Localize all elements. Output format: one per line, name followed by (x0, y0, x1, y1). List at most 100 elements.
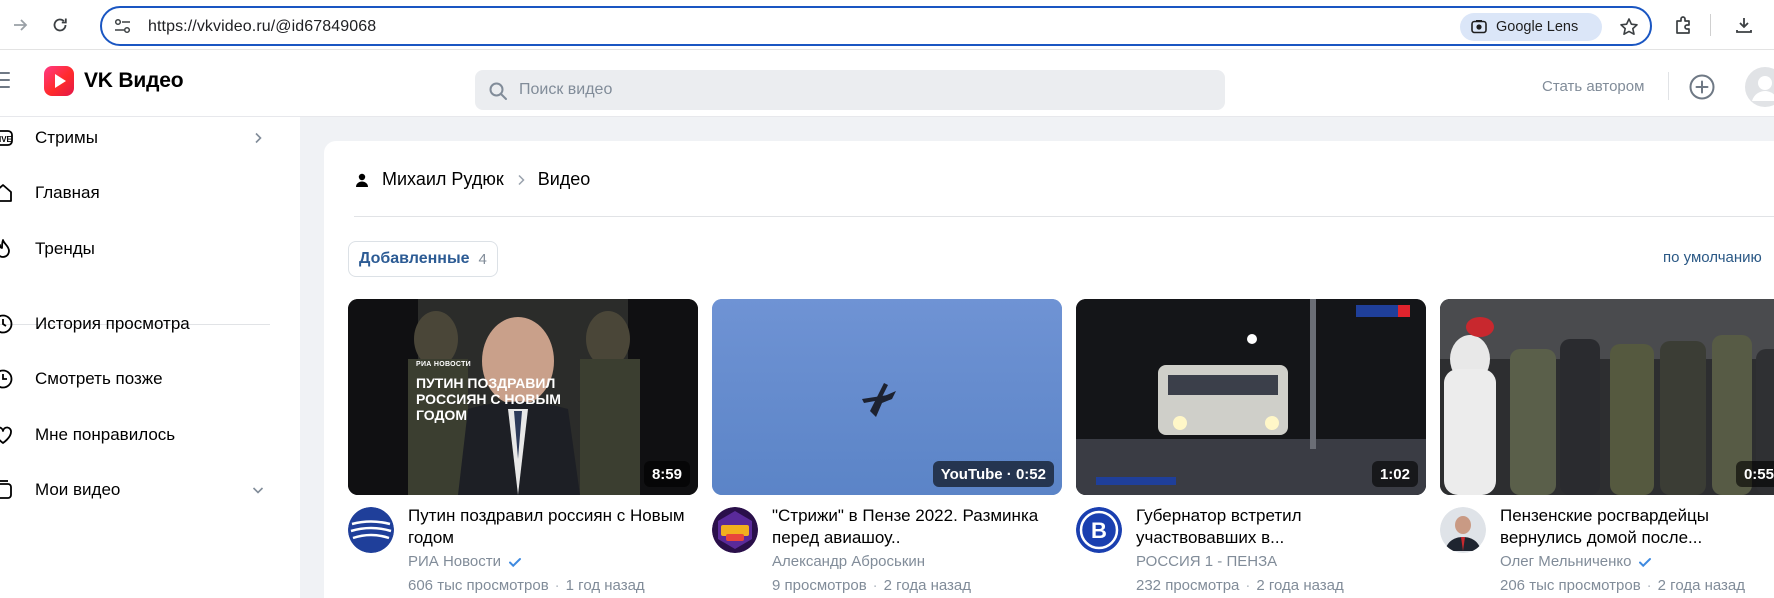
become-author-link[interactable]: Стать автором (1542, 78, 1644, 95)
reload-icon[interactable] (47, 12, 73, 38)
sidebar-item-home[interactable]: Главная (0, 169, 280, 217)
extensions-icon[interactable] (1670, 11, 1698, 39)
video-title[interactable]: "Стрижи" в Пензе 2022. Разминка перед ав… (772, 505, 1052, 549)
video-title[interactable]: Путин поздравил россиян с Новым годом (408, 505, 688, 549)
sidebar-item-label: Мне понравилось (35, 425, 176, 444)
thumb-source-label: РИА НОВОСТИ (416, 361, 472, 368)
sidebar-item-history[interactable]: История просмотра (0, 300, 280, 348)
search-input[interactable] (519, 80, 1199, 100)
toolbar-divider (1710, 14, 1711, 36)
page-root: https://vkvideo.ru/@id67849068 Google Le… (0, 0, 1774, 598)
meta-separator: · (1245, 577, 1251, 594)
video-meta: 606 тыс просмотров · 1 год назад (408, 577, 645, 594)
sort-dropdown[interactable]: по умолчанию (1663, 249, 1762, 266)
content-divider (354, 216, 1774, 217)
sidebar: LIVE Стримы Главная Тренды История просм… (0, 117, 300, 598)
video-views: 606 тыс просмотров (408, 577, 549, 594)
clock-icon (0, 369, 13, 389)
meta-separator: · (1646, 577, 1652, 594)
download-icon[interactable] (1730, 11, 1758, 39)
channel-avatar[interactable] (712, 507, 758, 553)
sidebar-item-watch-later[interactable]: Смотреть позже (0, 355, 280, 403)
thumb-caption: ПУТИН ПОЗДРАВИЛ РОССИЯН С НОВЫМ ГОДОМ (416, 375, 561, 423)
channel-name[interactable]: РИА Новости (408, 553, 501, 570)
video-thumbnail-image (1440, 299, 1774, 495)
breadcrumb-user[interactable]: Михаил Рудюк (382, 169, 504, 190)
video-meta: 9 просмотров · 2 года назад (772, 577, 971, 594)
channel-avatar[interactable] (1440, 507, 1486, 553)
trends-icon (0, 239, 10, 258)
add-video-icon[interactable] (1688, 73, 1716, 101)
meta-separator: · (872, 577, 878, 594)
breadcrumb: Михаил Рудюк Видео (354, 169, 590, 190)
address-bar[interactable]: https://vkvideo.ru/@id67849068 Google Le… (100, 6, 1652, 46)
browser-toolbar: https://vkvideo.ru/@id67849068 Google Le… (0, 0, 1774, 50)
video-card[interactable]: РИА НОВОСТИ ПУТИН ПОЗДРАВИЛ РОССИЯН С НО… (348, 299, 698, 594)
video-title[interactable]: Губернатор встретил участвовавших в... (1136, 505, 1416, 549)
search-icon (489, 82, 507, 100)
video-duration: YouTube · 0:52 (932, 461, 1054, 487)
sidebar-item-trends[interactable]: Тренды (0, 225, 280, 273)
menu-icon[interactable] (0, 72, 10, 90)
video-age: 1 год назад (565, 577, 645, 594)
video-card[interactable]: 0:55 Пензенские росгвардейцы вернулись д… (1440, 299, 1774, 594)
video-thumbnail[interactable]: 0:55 (1440, 299, 1774, 495)
sidebar-item-label: История просмотра (35, 314, 190, 333)
channel-avatar[interactable]: B (1076, 507, 1122, 553)
video-duration: 1:02 (1371, 461, 1418, 487)
video-channel[interactable]: РИА Новости (408, 553, 523, 570)
header-divider (1668, 72, 1669, 100)
video-age: 2 года назад (1657, 577, 1746, 594)
google-lens-button[interactable]: Google Lens (1460, 13, 1602, 41)
sidebar-item-label: Тренды (35, 239, 95, 258)
site-info-icon[interactable] (114, 18, 132, 34)
sidebar-item-label: Стримы (35, 128, 98, 147)
channel-name[interactable]: РОССИЯ 1 - ПЕНЗА (1136, 553, 1277, 570)
video-thumbnail[interactable]: 1:02 (1076, 299, 1426, 495)
video-age: 2 года назад (1256, 577, 1344, 594)
tab-added-label: Добавленные (359, 250, 470, 267)
bookmark-star-icon[interactable] (1616, 14, 1642, 40)
tab-added[interactable]: Добавленные 4 (348, 241, 498, 277)
video-age: 2 года назад (883, 577, 972, 594)
verified-icon (1639, 557, 1652, 567)
heart-icon (0, 426, 12, 444)
video-meta: 206 тыс просмотров · 2 года назад (1500, 577, 1745, 594)
url-text[interactable]: https://vkvideo.ru/@id67849068 (148, 18, 376, 36)
video-card[interactable]: 1:02 B Губернатор встретил участвовавших… (1076, 299, 1426, 594)
logo-text: VK Видео (84, 69, 184, 92)
video-duration: 0:55 (1735, 461, 1774, 487)
video-channel[interactable]: РОССИЯ 1 - ПЕНЗА (1136, 553, 1277, 570)
sidebar-item-streams[interactable]: LIVE Стримы (0, 114, 280, 162)
channel-name[interactable]: Олег Мельниченко (1500, 553, 1631, 570)
video-views: 232 просмотра (1136, 577, 1240, 594)
vk-video-logo[interactable]: VK Видео (44, 66, 184, 96)
breadcrumb-section: Видео (537, 169, 591, 189)
video-channel[interactable]: Александр Аброськин (772, 553, 925, 570)
video-thumbnail[interactable]: YouTube · 0:52 (712, 299, 1062, 495)
video-thumbnail[interactable]: РИА НОВОСТИ ПУТИН ПОЗДРАВИЛ РОССИЯН С НО… (348, 299, 698, 495)
user-icon (356, 173, 368, 187)
channel-name[interactable]: Александр Аброськин (772, 553, 925, 570)
avatar[interactable] (1745, 67, 1774, 107)
video-meta: 232 просмотра · 2 года назад (1136, 577, 1344, 594)
sidebar-item-liked[interactable]: Мне понравилось (0, 411, 280, 459)
chevron-right-icon (255, 132, 262, 144)
video-channel[interactable]: Олег Мельниченко (1500, 553, 1653, 570)
chevron-right-icon (518, 174, 525, 185)
channel-avatar[interactable] (348, 507, 394, 553)
sidebar-item-label: Смотреть позже (35, 369, 163, 388)
vk-header: VK Видео Стать автором (0, 50, 1774, 117)
sidebar-item-label: Мои видео (35, 480, 121, 499)
live-icon: LIVE (0, 130, 13, 146)
verified-icon (509, 557, 522, 567)
vk-video-logo-icon (44, 66, 74, 96)
video-card[interactable]: YouTube · 0:52 "Стрижи" в Пензе 2022. Ра… (712, 299, 1062, 594)
svg-text:B: B (1091, 518, 1107, 543)
google-lens-label: Google Lens (1496, 19, 1579, 35)
sidebar-item-my-videos[interactable]: Мои видео (0, 466, 280, 514)
search-box[interactable] (475, 70, 1225, 110)
meta-separator: · (554, 577, 560, 594)
forward-icon[interactable] (8, 12, 34, 38)
video-title[interactable]: Пензенские росгвардейцы вернулись домой … (1500, 505, 1774, 549)
